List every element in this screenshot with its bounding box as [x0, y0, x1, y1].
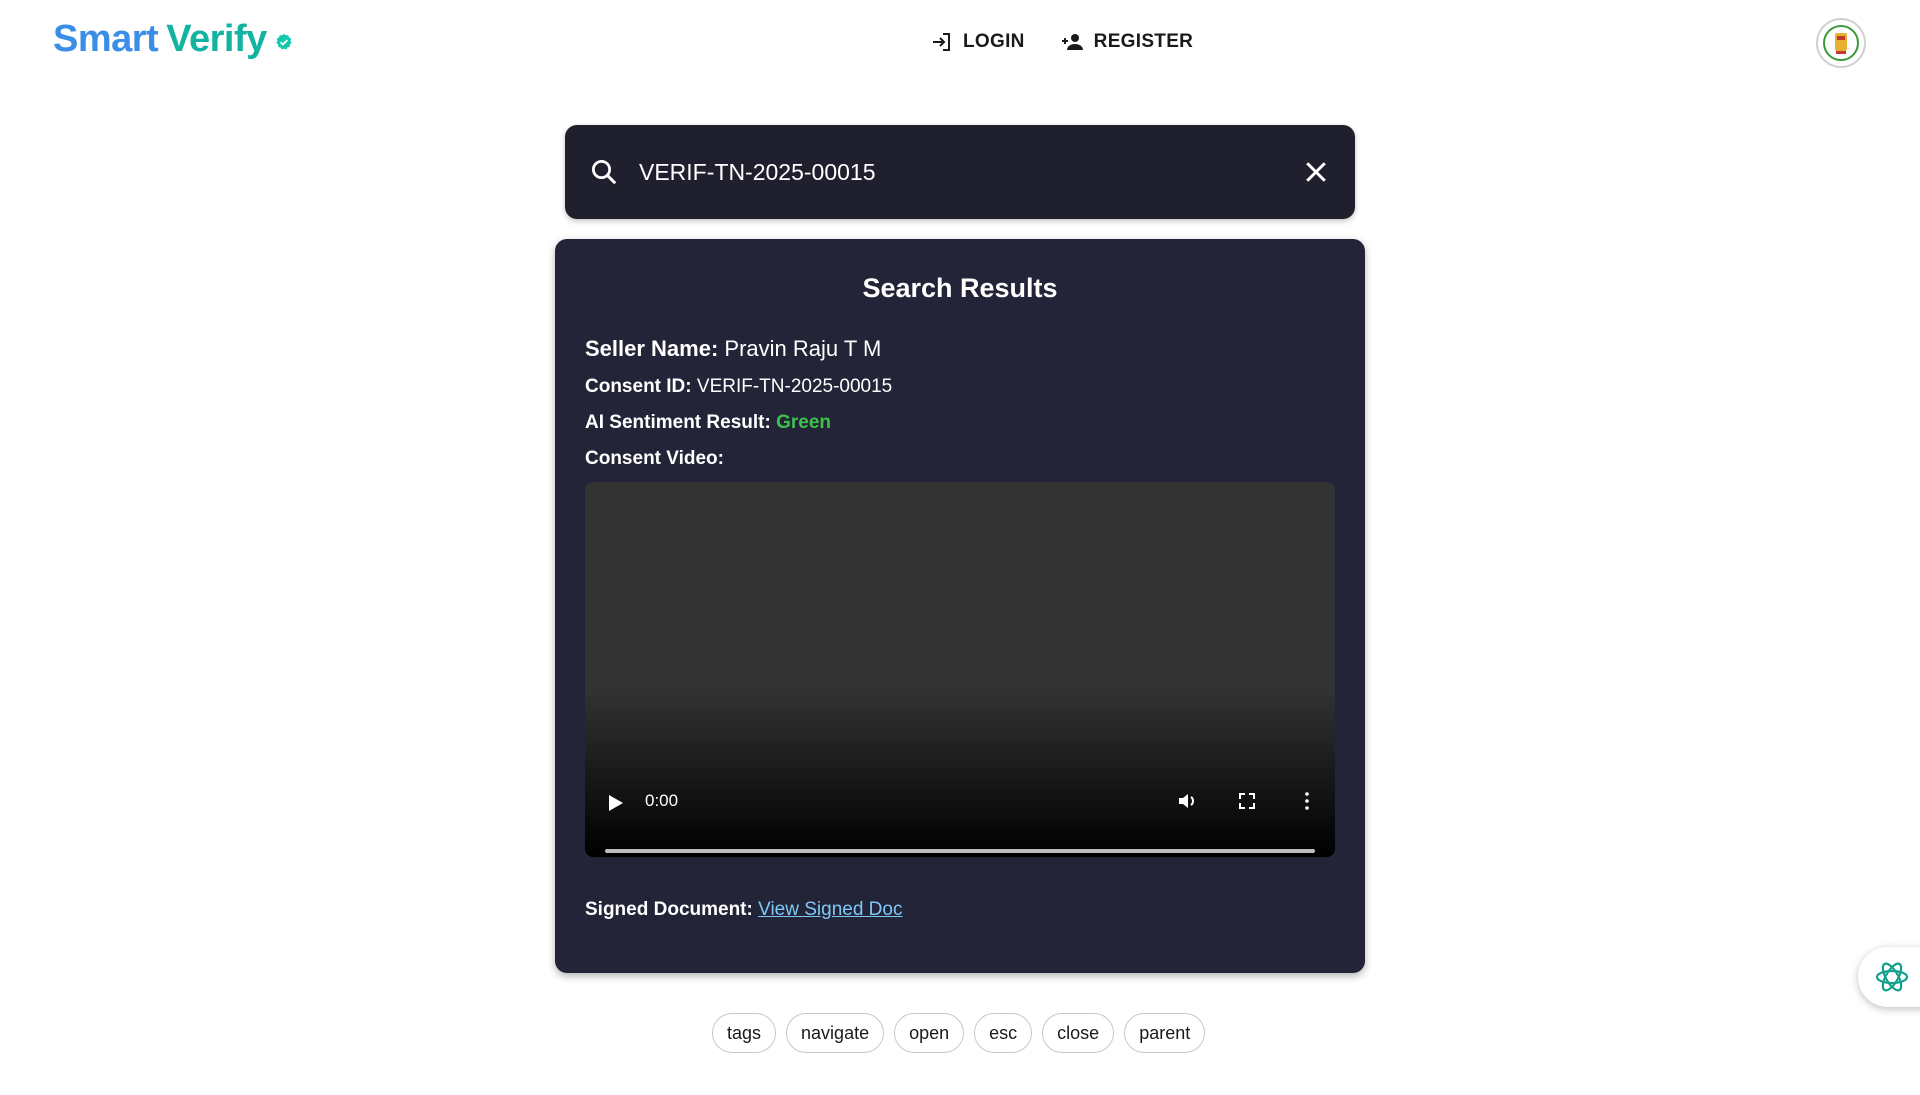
sentiment-label: AI Sentiment Result:	[585, 412, 771, 433]
emblem-graphic	[1823, 25, 1859, 61]
chip-open[interactable]: open	[894, 1013, 965, 1053]
video-controls: 0:00	[585, 767, 1335, 837]
volume-icon[interactable]	[1175, 789, 1199, 813]
shortcut-chips: tags navigate open esc close parent	[712, 1013, 1206, 1053]
sentiment-value: Green	[776, 412, 832, 433]
assistant-button[interactable]	[1858, 947, 1920, 1007]
search-results-card: Search Results Seller Name: Pravin Raju …	[555, 239, 1365, 973]
consent-id-label: Consent ID:	[585, 376, 692, 397]
chip-esc[interactable]: esc	[974, 1013, 1033, 1053]
search-bar	[565, 125, 1355, 219]
brand-logo[interactable]: Smart Verify	[53, 18, 293, 61]
close-icon[interactable]	[1301, 157, 1331, 187]
seller-name-row: Seller Name: Pravin Raju T M	[585, 336, 1335, 362]
view-signed-doc-link[interactable]: View Signed Doc	[758, 899, 902, 920]
chip-close[interactable]: close	[1042, 1013, 1115, 1053]
verified-check-icon	[276, 33, 292, 49]
consent-id-value: VERIF-TN-2025-00015	[696, 376, 893, 397]
seller-name-value: Pravin Raju T M	[724, 336, 882, 361]
top-nav: LOGIN REGISTER	[930, 22, 1193, 62]
brand-smart-text: Smart	[53, 18, 159, 60]
search-input[interactable]	[637, 157, 1301, 187]
register-label: REGISTER	[1093, 31, 1194, 52]
sentiment-row: AI Sentiment Result: Green	[585, 412, 1335, 434]
consent-id-row: Consent ID: VERIF-TN-2025-00015	[585, 376, 1335, 398]
chip-parent[interactable]: parent	[1124, 1013, 1206, 1053]
search-icon	[592, 160, 617, 185]
results-title: Search Results	[862, 273, 1058, 303]
video-progress-bar[interactable]	[605, 849, 1315, 853]
play-icon[interactable]	[609, 795, 623, 811]
state-emblem-icon	[1816, 18, 1866, 68]
seller-name-label: Seller Name:	[585, 336, 719, 361]
person-add-icon	[1061, 34, 1083, 50]
signed-document-label: Signed Document:	[585, 899, 753, 920]
register-button[interactable]: REGISTER	[1061, 22, 1194, 62]
brand-verify-text: Verify	[166, 18, 267, 60]
signed-document-row: Signed Document: View Signed Doc	[585, 899, 1335, 921]
fullscreen-icon[interactable]	[1235, 789, 1259, 813]
consent-video-player[interactable]: 0:00	[585, 482, 1335, 857]
login-label: LOGIN	[963, 31, 1025, 52]
video-time: 0:00	[645, 791, 679, 810]
more-options-icon[interactable]	[1295, 789, 1319, 813]
chip-tags[interactable]: tags	[712, 1013, 777, 1053]
consent-video-label: Consent Video:	[585, 448, 724, 469]
chip-navigate[interactable]: navigate	[786, 1013, 885, 1053]
login-button[interactable]: LOGIN	[930, 22, 1025, 62]
consent-video-row: Consent Video:	[585, 448, 1335, 470]
assistant-icon	[1875, 962, 1909, 992]
login-icon	[933, 33, 950, 51]
